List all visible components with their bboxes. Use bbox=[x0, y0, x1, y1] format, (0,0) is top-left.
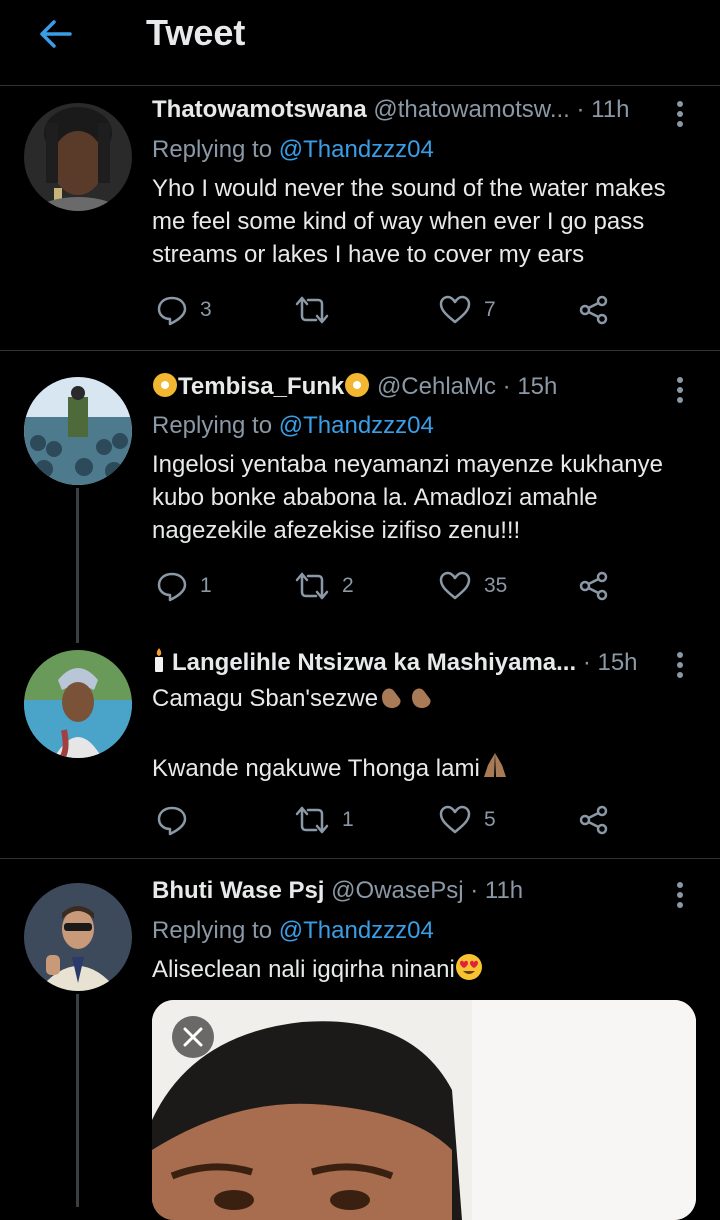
like-button[interactable]: 5 bbox=[438, 800, 496, 840]
reply-button[interactable] bbox=[156, 800, 200, 840]
retweet-button[interactable] bbox=[294, 290, 342, 330]
timestamp: · 11h bbox=[576, 96, 630, 123]
retweet-button[interactable]: 1 bbox=[294, 800, 354, 840]
page-title: Tweet bbox=[146, 12, 246, 53]
avatar[interactable] bbox=[24, 377, 132, 485]
tweet-media-image[interactable] bbox=[152, 1000, 696, 1220]
display-name[interactable]: Tembisa_Funk bbox=[152, 373, 370, 400]
share-button[interactable] bbox=[578, 290, 610, 330]
folded-hands-icon bbox=[480, 751, 510, 788]
reply-count: 3 bbox=[200, 298, 212, 321]
avatar[interactable] bbox=[24, 883, 132, 991]
more-options-icon[interactable] bbox=[670, 879, 690, 915]
heart-eyes-emoji-icon bbox=[455, 953, 483, 990]
replying-to: Replying to @Thandzzz04 bbox=[152, 136, 434, 163]
thread-line bbox=[76, 488, 79, 643]
heart-icon bbox=[438, 294, 472, 326]
replying-to: Replying to @Thandzzz04 bbox=[152, 412, 434, 439]
tweet-actions: 1 2 35 bbox=[152, 566, 632, 606]
reply-icon bbox=[156, 294, 188, 326]
retweet-count: 1 bbox=[342, 808, 354, 831]
candle-icon bbox=[152, 647, 166, 680]
tweet-actions: 3 7 bbox=[152, 290, 632, 330]
clapping-hands-icon bbox=[378, 683, 434, 718]
heart-icon bbox=[438, 570, 472, 602]
reply-button[interactable]: 3 bbox=[156, 290, 212, 330]
tweet-text: Aliseclean nali igqirha ninani bbox=[152, 953, 680, 990]
divider bbox=[0, 350, 720, 351]
reply-count: 1 bbox=[200, 574, 212, 597]
cd-emoji-icon bbox=[344, 372, 370, 405]
cd-emoji-icon bbox=[152, 372, 178, 405]
replying-to: Replying to @Thandzzz04 bbox=[152, 917, 434, 944]
share-icon bbox=[578, 804, 610, 836]
timestamp: · 15h bbox=[582, 649, 638, 676]
display-name[interactable]: Langelihle Ntsizwa ka Mashiyama... bbox=[152, 648, 576, 676]
back-arrow-icon[interactable] bbox=[36, 14, 76, 54]
heart-icon bbox=[438, 804, 472, 836]
avatar[interactable] bbox=[24, 650, 132, 758]
more-options-icon[interactable] bbox=[670, 374, 690, 410]
handle[interactable]: @CehlaMc bbox=[377, 373, 496, 400]
mention-link[interactable]: @Thandzzz04 bbox=[279, 136, 434, 163]
timestamp: · 15h bbox=[502, 373, 558, 400]
handle[interactable]: @OwasePsj bbox=[331, 877, 463, 904]
tweet-text: Ingelosi yentaba neyamanzi mayenze kukha… bbox=[152, 451, 663, 544]
like-button[interactable]: 35 bbox=[438, 566, 507, 606]
close-icon[interactable] bbox=[172, 1016, 214, 1058]
top-bar: Tweet bbox=[0, 0, 720, 86]
mention-link[interactable]: @Thandzzz04 bbox=[279, 917, 434, 944]
display-name[interactable]: Thatowamotswana bbox=[152, 96, 367, 123]
share-icon bbox=[578, 570, 610, 602]
tweet-actions: 1 5 bbox=[152, 800, 632, 840]
tweet-text: Yho I would never the sound of the water… bbox=[152, 175, 666, 268]
retweet-icon bbox=[294, 570, 330, 602]
share-button[interactable] bbox=[578, 800, 610, 840]
tweet-text: Camagu Sban'sezwe Kwande ngakuwe Thonga … bbox=[152, 682, 680, 788]
retweet-count: 2 bbox=[342, 574, 354, 597]
timestamp: · 11h bbox=[470, 877, 524, 904]
like-button[interactable]: 7 bbox=[438, 290, 496, 330]
reply-button[interactable]: 1 bbox=[156, 566, 212, 606]
display-name[interactable]: Bhuti Wase Psj bbox=[152, 877, 324, 904]
more-options-icon[interactable] bbox=[670, 649, 690, 685]
thread-line bbox=[76, 994, 79, 1207]
more-options-icon[interactable] bbox=[670, 98, 690, 134]
avatar[interactable] bbox=[24, 103, 132, 211]
retweet-button[interactable]: 2 bbox=[294, 566, 354, 606]
retweet-icon bbox=[294, 804, 330, 836]
retweet-icon bbox=[294, 294, 330, 326]
share-button[interactable] bbox=[578, 566, 610, 606]
like-count: 5 bbox=[484, 808, 496, 831]
reply-icon bbox=[156, 570, 188, 602]
divider bbox=[0, 858, 720, 859]
reply-icon bbox=[156, 804, 188, 836]
mention-link[interactable]: @Thandzzz04 bbox=[279, 412, 434, 439]
handle[interactable]: @thatowamotsw... bbox=[373, 96, 569, 123]
like-count: 7 bbox=[484, 298, 496, 321]
share-icon bbox=[578, 294, 610, 326]
like-count: 35 bbox=[484, 574, 508, 597]
